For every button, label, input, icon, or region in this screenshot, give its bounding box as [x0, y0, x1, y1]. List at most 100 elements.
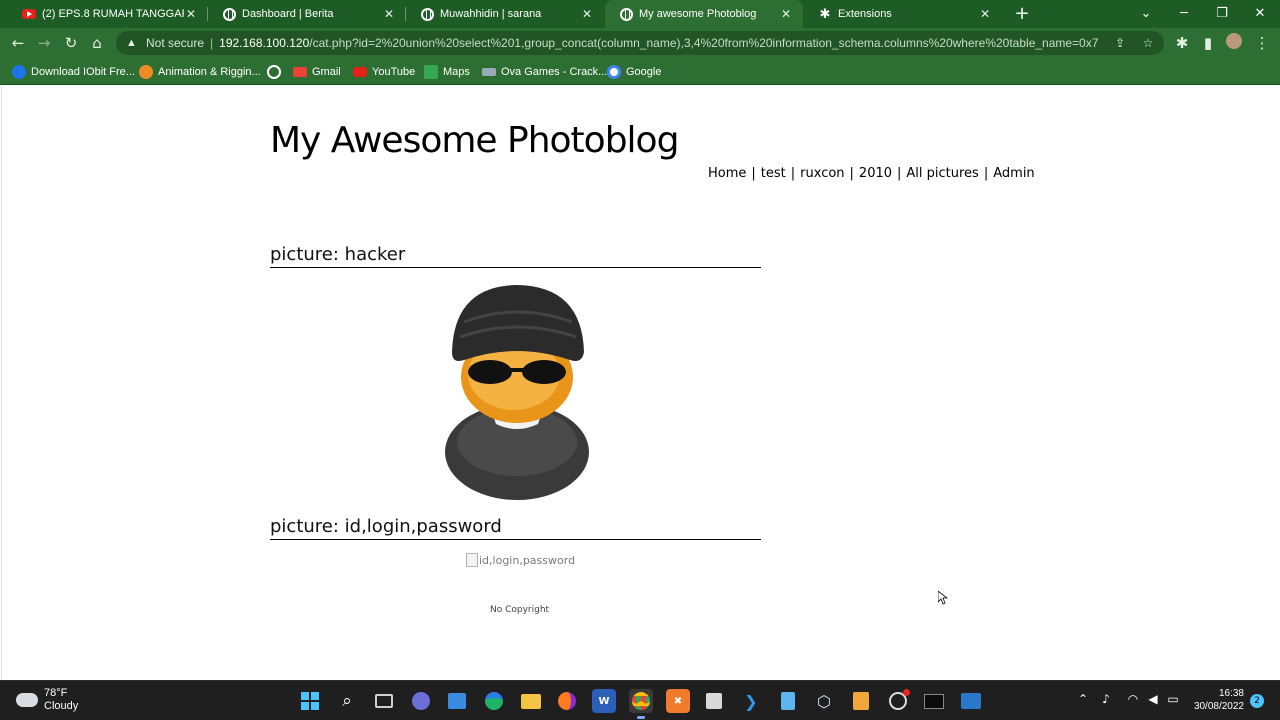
- media-icon[interactable]: [959, 689, 983, 713]
- task-view-icon[interactable]: [372, 689, 396, 713]
- hacker-avatar-image: [445, 285, 589, 500]
- youtube-icon: [353, 67, 367, 77]
- bookmark-iobit[interactable]: Download IObit Fre...: [12, 63, 135, 81]
- globe-icon: [267, 65, 281, 79]
- vscode-icon[interactable]: ❯: [739, 689, 763, 713]
- store-icon[interactable]: [445, 689, 469, 713]
- notification-badge[interactable]: 2: [1250, 694, 1264, 708]
- windows-taskbar: 78°F Cloudy ⌕ W ✖ ❯ ⬡ ⌃ ♪ ◠ ◀ ▭ 16:38 30…: [0, 680, 1280, 720]
- system-clock[interactable]: 16:38 30/08/2022: [1186, 687, 1244, 713]
- youtube-icon: [22, 7, 36, 21]
- puzzle-icon: ✱: [819, 6, 831, 21]
- close-icon[interactable]: ✕: [580, 7, 594, 21]
- sublime-icon[interactable]: [849, 689, 873, 713]
- menu-kebab-icon[interactable]: ⋮: [1252, 33, 1272, 53]
- warning-icon[interactable]: ▲: [126, 37, 140, 49]
- tab-title: Extensions: [838, 8, 892, 20]
- chrome-icon[interactable]: [629, 689, 653, 719]
- edge-icon[interactable]: [482, 689, 506, 713]
- share-icon[interactable]: ⇪: [1112, 35, 1128, 51]
- close-icon[interactable]: ✕: [779, 7, 793, 21]
- nav-link-test[interactable]: test: [761, 166, 786, 181]
- volume-icon[interactable]: ◀: [1145, 692, 1161, 710]
- virtualbox-icon[interactable]: ⬡: [812, 689, 836, 713]
- clock-time: 16:38: [1218, 688, 1244, 699]
- cloud-icon: [16, 693, 38, 707]
- bookmark-animation[interactable]: Animation & Riggin...: [139, 63, 261, 81]
- globe-icon: [420, 7, 434, 21]
- globe-icon: [222, 7, 236, 21]
- bookmarks-bar: Download IObit Fre... Animation & Riggin…: [0, 58, 1280, 85]
- windows-start-icon[interactable]: [298, 689, 322, 713]
- teams-chat-icon[interactable]: [409, 689, 433, 713]
- home-icon[interactable]: ⌂: [87, 33, 107, 53]
- url-text[interactable]: 192.168.100.120/cat.php?id=2%20union%20s…: [219, 36, 1099, 50]
- nav-link-home[interactable]: Home: [708, 166, 746, 181]
- image-alt-text: id,login,password: [479, 553, 576, 567]
- chevron-up-icon[interactable]: ⌃: [1076, 692, 1090, 710]
- minimize-button[interactable]: ─: [1165, 0, 1203, 28]
- forward-arrow-icon[interactable]: →: [34, 33, 54, 53]
- star-icon[interactable]: ☆: [1140, 35, 1156, 51]
- nav-link-admin[interactable]: Admin: [993, 166, 1034, 181]
- xampp-icon[interactable]: ✖: [666, 689, 690, 713]
- bookmark-maps[interactable]: Maps: [424, 63, 470, 81]
- close-icon[interactable]: ✕: [978, 7, 992, 21]
- web-page: My Awesome Photoblog Home | test | ruxcon | 20…: [1, 86, 1279, 680]
- nav-link-all-pictures[interactable]: All pictures: [906, 166, 978, 181]
- reload-icon[interactable]: ↻: [61, 33, 81, 53]
- terminal-icon[interactable]: [922, 689, 946, 713]
- firefox-icon[interactable]: [555, 689, 579, 713]
- nav-link-ruxcon[interactable]: ruxcon: [800, 166, 844, 181]
- tab-youtube[interactable]: (2) EPS.8 RUMAH TANGGAP BERS ✕: [8, 0, 208, 28]
- close-icon[interactable]: ✕: [382, 7, 396, 21]
- maps-icon: [424, 65, 438, 79]
- app-icon[interactable]: [702, 689, 726, 713]
- tab-photoblog[interactable]: My awesome Photoblog ✕: [605, 0, 803, 28]
- bookmark-google[interactable]: Google: [607, 63, 661, 81]
- page-footer: No Copyright: [490, 605, 550, 615]
- gmail-icon: [293, 67, 307, 77]
- file-explorer-icon[interactable]: [519, 689, 543, 713]
- wifi-icon[interactable]: ◠: [1125, 692, 1141, 710]
- weather-temp: 78°F: [44, 687, 68, 699]
- tab-title: Muwahhidin | sarana: [440, 8, 542, 20]
- weather-widget[interactable]: 78°F Cloudy: [16, 687, 78, 713]
- picture-heading: picture: id,login,password: [270, 516, 761, 540]
- tab-dashboard[interactable]: Dashboard | Berita ✕: [208, 0, 406, 28]
- bookmark-gmail[interactable]: Gmail: [293, 63, 341, 81]
- side-panel-icon[interactable]: ▮: [1198, 33, 1218, 53]
- bookmark-youtube[interactable]: YouTube: [353, 63, 415, 81]
- mouse-cursor-icon: [938, 591, 948, 605]
- close-icon[interactable]: ✕: [184, 7, 198, 21]
- new-tab-button[interactable]: +: [1012, 4, 1032, 24]
- browser-toolbar: ← → ↻ ⌂ ▲ Not secure | 192.168.100.120/c…: [0, 28, 1280, 58]
- nav-link-2010[interactable]: 2010: [859, 166, 892, 181]
- bookmark-globe[interactable]: [267, 63, 286, 81]
- address-bar[interactable]: ▲ Not secure | 192.168.100.120/cat.php?i…: [116, 31, 1164, 55]
- word-icon[interactable]: W: [592, 689, 616, 713]
- tab-muwahhidin[interactable]: Muwahhidin | sarana ✕: [406, 0, 604, 28]
- security-label[interactable]: Not secure: [146, 36, 204, 50]
- weather-condition: Cloudy: [44, 700, 79, 712]
- bookmark-ovagames[interactable]: Ova Games - Crack...: [482, 63, 607, 81]
- tab-search-button[interactable]: ⌄: [1127, 0, 1165, 28]
- broken-image-icon: [466, 553, 478, 567]
- tab-title: (2) EPS.8 RUMAH TANGGAP BERS: [42, 8, 184, 20]
- search-icon[interactable]: ⌕: [335, 689, 359, 713]
- close-window-button[interactable]: ✕: [1241, 0, 1279, 28]
- profile-avatar-icon[interactable]: [1224, 33, 1244, 53]
- maximize-button[interactable]: ❐: [1203, 0, 1241, 28]
- blender-icon: [139, 65, 153, 79]
- extensions-puzzle-icon[interactable]: ✱: [1172, 33, 1192, 53]
- browser-tab-strip: (2) EPS.8 RUMAH TANGGAP BERS ✕ Dashboard…: [0, 0, 1280, 28]
- microphone-icon[interactable]: ♪: [1099, 692, 1113, 710]
- obs-icon[interactable]: [886, 689, 910, 713]
- clock-date: 30/08/2022: [1193, 701, 1244, 712]
- notepad-icon[interactable]: [776, 689, 800, 713]
- back-arrow-icon[interactable]: ←: [8, 33, 28, 53]
- tab-extensions[interactable]: ✱ Extensions ✕: [804, 0, 1002, 28]
- globe-icon: [619, 7, 633, 21]
- picture-heading: picture: hacker: [270, 244, 761, 268]
- battery-icon[interactable]: ▭: [1165, 692, 1181, 710]
